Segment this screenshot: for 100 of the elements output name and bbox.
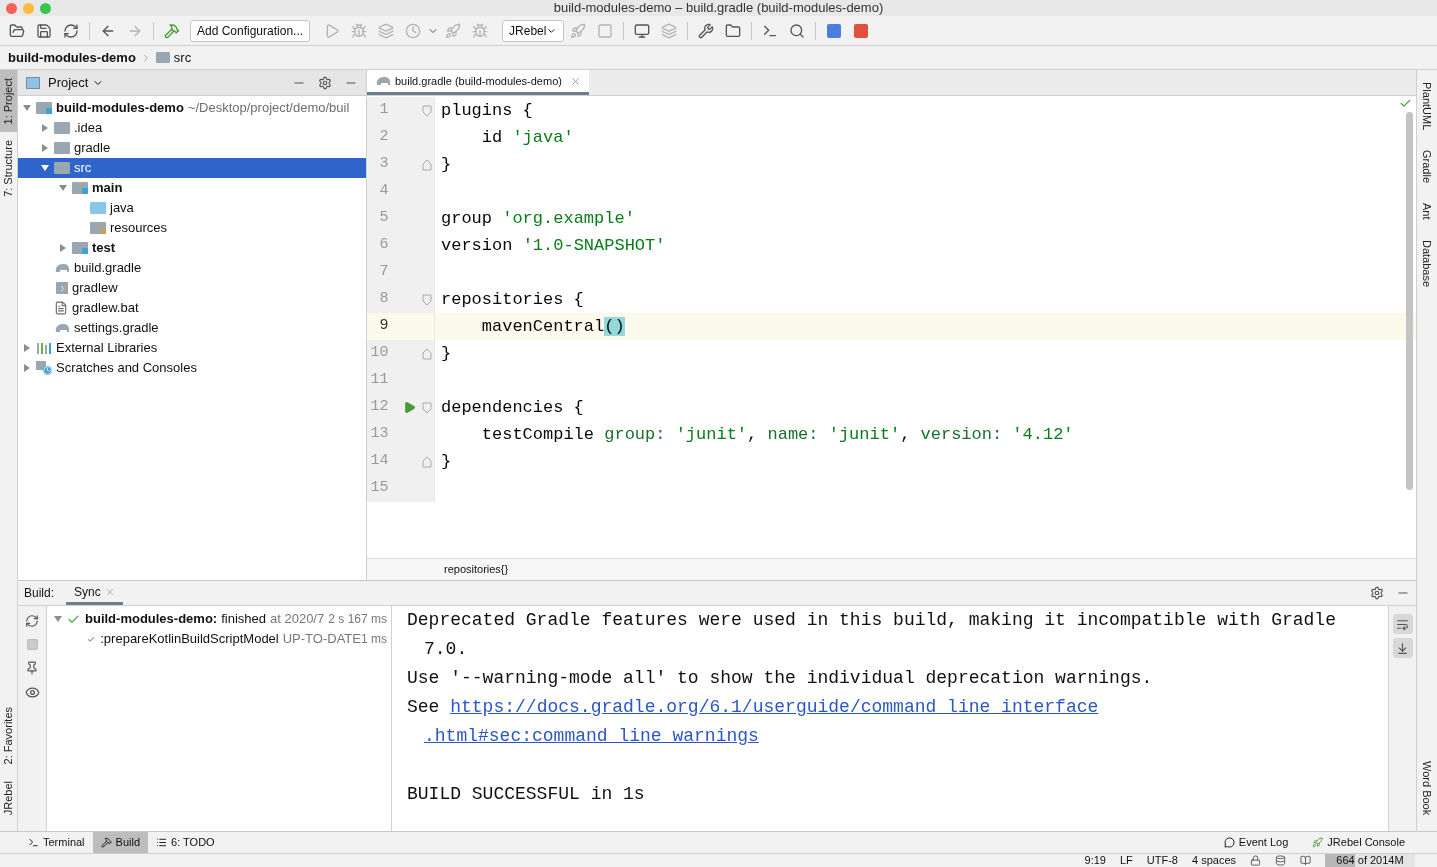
expanded-arrow-icon[interactable] bbox=[53, 614, 63, 624]
book-icon[interactable] bbox=[1300, 855, 1311, 866]
editor-breadcrumb[interactable]: repositories{} bbox=[444, 561, 509, 578]
settings-icon[interactable] bbox=[1370, 586, 1384, 600]
tree-item[interactable]: gradle bbox=[18, 138, 366, 158]
tree-item[interactable]: build-modules-demo ~/Desktop/project/demo/buil bbox=[18, 98, 366, 118]
editor-tab[interactable]: build.gradle (build-modules-demo) bbox=[367, 70, 589, 95]
tree-item[interactable]: test bbox=[18, 238, 366, 258]
collapsed-arrow-icon[interactable] bbox=[22, 363, 32, 373]
tool-window-button[interactable]: 6: TODO bbox=[148, 832, 223, 853]
lock-icon[interactable] bbox=[1250, 855, 1261, 866]
tool-window-button[interactable]: JRebel Console bbox=[1300, 832, 1417, 853]
code-token: '4.12' bbox=[1011, 424, 1074, 444]
fold-icon[interactable] bbox=[422, 401, 433, 414]
tree-item[interactable]: .idea bbox=[18, 118, 366, 138]
module-folder-icon bbox=[72, 242, 88, 254]
tool-window-tab[interactable]: 1: Project bbox=[0, 70, 17, 133]
collapsed-arrow-icon[interactable] bbox=[40, 143, 50, 153]
tool-window-tab[interactable]: Gradle bbox=[1417, 142, 1437, 192]
close-icon[interactable] bbox=[569, 75, 581, 87]
line-number: 5 bbox=[378, 208, 390, 229]
soft-wrap-button[interactable] bbox=[1392, 614, 1413, 634]
tree-item[interactable]: External Libraries bbox=[18, 338, 366, 358]
fold-icon[interactable] bbox=[422, 104, 433, 117]
rerun-icon[interactable] bbox=[25, 614, 39, 628]
breadcrumb-item[interactable]: build-modules-demo bbox=[8, 47, 136, 68]
tree-item-label: main bbox=[92, 179, 123, 198]
indent-setting[interactable]: 4 spaces bbox=[1191, 854, 1236, 867]
tree-item[interactable]: gradlew bbox=[18, 278, 366, 298]
fold-icon[interactable] bbox=[422, 455, 433, 468]
database-icon[interactable] bbox=[1275, 855, 1286, 866]
folder-icon bbox=[54, 162, 70, 174]
code-token: 'junit' bbox=[674, 424, 748, 444]
tree-item-label: src bbox=[74, 159, 92, 178]
line-number: 13 bbox=[369, 424, 390, 445]
tool-window-button[interactable]: Build bbox=[92, 832, 149, 853]
tool-window-button[interactable]: Event Log bbox=[1211, 832, 1301, 853]
close-icon[interactable] bbox=[104, 586, 115, 597]
arrow-down-icon bbox=[1396, 641, 1409, 655]
collapsed-arrow-icon[interactable] bbox=[22, 343, 32, 353]
folder-icon bbox=[155, 52, 170, 63]
code-token: version bbox=[441, 235, 514, 255]
tool-window-tab[interactable]: Word Book bbox=[1417, 752, 1437, 823]
console-link[interactable]: https://docs.gradle.org/6.1/userguide/command_line_interface bbox=[450, 693, 1099, 722]
run-icon[interactable] bbox=[402, 401, 416, 414]
scrollbar[interactable] bbox=[1406, 112, 1413, 490]
line-number: 1 bbox=[378, 100, 390, 121]
folder-icon bbox=[90, 202, 106, 214]
console-line: Deprecated Gradle features were used in this build, making it incompatible with Gradle bbox=[407, 609, 1337, 632]
tab-label: build.gradle (build-modules-demo) bbox=[395, 73, 562, 89]
tree-item[interactable]: build.gradle bbox=[18, 258, 366, 278]
collapsed-arrow-icon[interactable] bbox=[40, 123, 50, 133]
fold-icon[interactable] bbox=[422, 347, 433, 360]
line-ending[interactable]: LF bbox=[1119, 854, 1133, 867]
build-tree-row[interactable]: :prepareKotlinBuildScriptModel UP-TO-DATE1 ms bbox=[47, 629, 391, 649]
tree-item-label: resources bbox=[110, 219, 168, 238]
expanded-arrow-icon[interactable] bbox=[58, 183, 68, 193]
jrebel-select[interactable]: JRebel bbox=[502, 19, 565, 42]
tree-item[interactable]: main bbox=[18, 178, 366, 198]
tool-window-button[interactable]: Terminal bbox=[20, 832, 93, 853]
tree-item-label: Scratches and Consoles bbox=[56, 359, 197, 378]
console-link[interactable]: .html#sec:command_line_warnings bbox=[424, 722, 759, 751]
tool-window-tab[interactable]: 2: Favorites bbox=[0, 699, 17, 773]
tool-window-tab[interactable]: Database bbox=[1417, 231, 1437, 295]
collapsed-arrow-icon[interactable] bbox=[58, 243, 68, 253]
tool-window-tab[interactable]: Ant bbox=[1417, 195, 1437, 228]
rocket-icon bbox=[1312, 837, 1324, 848]
scroll-to-end-button[interactable] bbox=[1392, 638, 1413, 658]
tree-item[interactable]: settings.gradle bbox=[18, 318, 366, 338]
fold-icon[interactable] bbox=[422, 158, 433, 171]
project-view-dropdown[interactable]: Project bbox=[48, 72, 105, 93]
configuration-dropdown[interactable]: Add Configuration... bbox=[190, 19, 311, 42]
list-icon bbox=[156, 837, 168, 848]
memory-indicator[interactable]: 664 of 2014M bbox=[1325, 854, 1415, 867]
zoom-button[interactable] bbox=[40, 2, 51, 14]
fold-icon[interactable] bbox=[422, 293, 433, 306]
breadcrumb-item[interactable]: src bbox=[173, 47, 192, 68]
tree-item[interactable]: resources bbox=[18, 218, 366, 238]
code-token: group: bbox=[604, 424, 666, 444]
close-button[interactable] bbox=[6, 2, 17, 14]
tree-item-label: build.gradle bbox=[74, 259, 142, 278]
pin-icon[interactable] bbox=[25, 661, 39, 675]
stop-icon[interactable] bbox=[25, 638, 39, 651]
file-encoding[interactable]: UTF-8 bbox=[1146, 854, 1178, 867]
tree-item[interactable]: java bbox=[18, 198, 366, 218]
tree-item[interactable]: src bbox=[18, 158, 366, 178]
wrap-icon bbox=[1396, 617, 1409, 631]
expanded-arrow-icon[interactable] bbox=[40, 163, 50, 173]
eye-icon[interactable] bbox=[24, 685, 40, 700]
tree-item[interactable]: Scratches and Consoles bbox=[18, 358, 366, 378]
caret-position[interactable]: 9:19 bbox=[1084, 854, 1106, 867]
tool-window-tab[interactable]: 7: Structure bbox=[0, 132, 17, 206]
tab-label: Sync bbox=[74, 583, 101, 601]
expanded-arrow-icon[interactable] bbox=[22, 103, 32, 113]
settings-icon[interactable] bbox=[318, 75, 332, 90]
tool-window-tab[interactable]: JRebel bbox=[0, 772, 17, 823]
build-tree-row[interactable]: build-modules-demo: finished at 2020/7 2 s 167 ms bbox=[47, 609, 391, 629]
tool-window-tab[interactable]: PlantUML bbox=[1417, 74, 1437, 139]
code-token: 'junit' bbox=[827, 424, 901, 444]
tree-item[interactable]: gradlew.bat bbox=[18, 298, 366, 318]
